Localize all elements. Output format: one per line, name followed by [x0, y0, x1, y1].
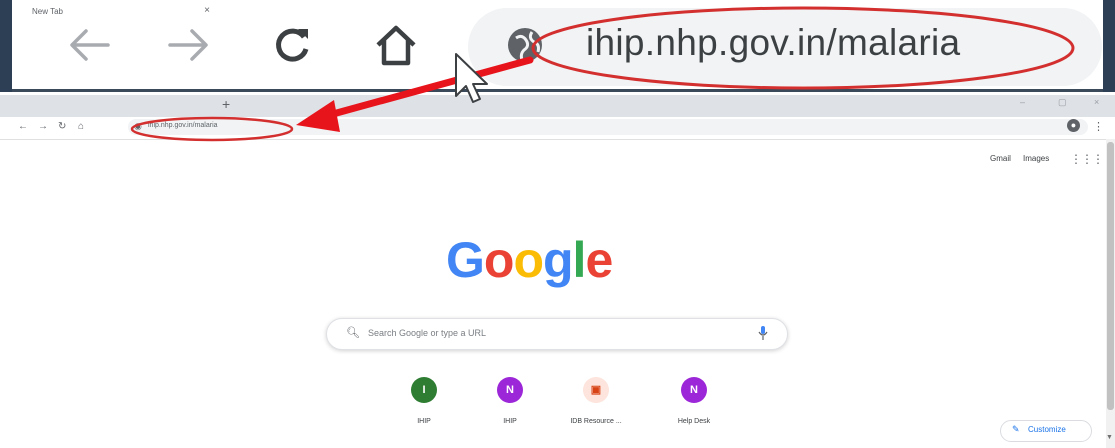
shortcut-icon: N	[497, 377, 523, 403]
small-site-info-icon[interactable]: ◉	[134, 120, 142, 132]
scroll-down-icon[interactable]: ▼	[1106, 434, 1113, 441]
shortcut-tile[interactable]: N IHIP	[470, 377, 550, 425]
shortcut-tile[interactable]: I IHIP	[384, 377, 464, 425]
window-frame-right	[1103, 0, 1115, 92]
shortcut-label: IHIP	[503, 418, 517, 425]
scrollbar-thumb[interactable]	[1107, 142, 1114, 410]
apps-grid-icon[interactable]: ⋮⋮⋮	[1070, 152, 1104, 166]
images-link[interactable]: Images	[1023, 154, 1049, 163]
customize-label: Customize	[1028, 425, 1066, 434]
close-window-icon[interactable]: ×	[1094, 97, 1099, 107]
shortcut-label: IDB Resource ...	[570, 418, 622, 425]
shortcut-icon: N	[681, 377, 707, 403]
reload-icon[interactable]	[264, 20, 320, 70]
google-logo: Google	[446, 230, 613, 290]
logo-letter: e	[585, 232, 613, 288]
small-home-icon[interactable]: ⌂	[78, 121, 84, 133]
search-icon: 🔍︎	[346, 327, 360, 339]
small-forward-icon[interactable]: →	[38, 121, 48, 133]
search-input[interactable]: Search Google or type a URL	[368, 328, 486, 338]
shortcut-tile[interactable]: N Help Desk	[654, 377, 734, 425]
microphone-icon[interactable]	[758, 325, 768, 346]
profile-icon[interactable]: ●	[1067, 119, 1080, 132]
zoomed-url-text: ihip.nhp.gov.in/malaria	[586, 22, 961, 63]
maximize-icon[interactable]: ▢	[1058, 97, 1067, 108]
shortcut-tile[interactable]: ▣ IDB Resource ...	[556, 377, 636, 425]
menu-icon[interactable]: ⋮	[1093, 120, 1104, 133]
pencil-icon: ✎	[1012, 424, 1020, 434]
shortcut-icon: ▣	[583, 377, 609, 403]
forward-icon[interactable]	[160, 20, 216, 70]
address-bar[interactable]	[128, 119, 1088, 135]
home-icon[interactable]	[368, 20, 424, 70]
small-reload-icon[interactable]: ↻	[58, 121, 66, 133]
small-back-icon[interactable]: ←	[18, 121, 28, 133]
logo-letter: l	[572, 232, 587, 288]
shortcut-icon: I	[411, 377, 437, 403]
logo-letter: G	[446, 232, 485, 288]
tab-new-tab[interactable]: New Tab ×	[22, 3, 218, 22]
gmail-link[interactable]: Gmail	[990, 154, 1011, 163]
logo-letter: g	[543, 232, 574, 288]
back-icon[interactable]	[62, 20, 118, 70]
new-tab-button[interactable]: +	[222, 96, 230, 112]
logo-letter: o	[513, 232, 544, 288]
shortcut-label: IHIP	[417, 418, 431, 425]
tab-close-icon[interactable]: ×	[204, 5, 210, 16]
logo-letter: o	[483, 232, 515, 288]
window-frame-left	[0, 0, 12, 92]
shortcut-label: Help Desk	[677, 418, 711, 425]
tab-strip	[0, 95, 1115, 117]
minimize-icon[interactable]: –	[1020, 97, 1025, 107]
url-text[interactable]: ihip.nhp.gov.in/malaria	[148, 122, 218, 129]
tab-title: New Tab	[32, 7, 63, 16]
site-info-icon[interactable]	[504, 24, 546, 71]
